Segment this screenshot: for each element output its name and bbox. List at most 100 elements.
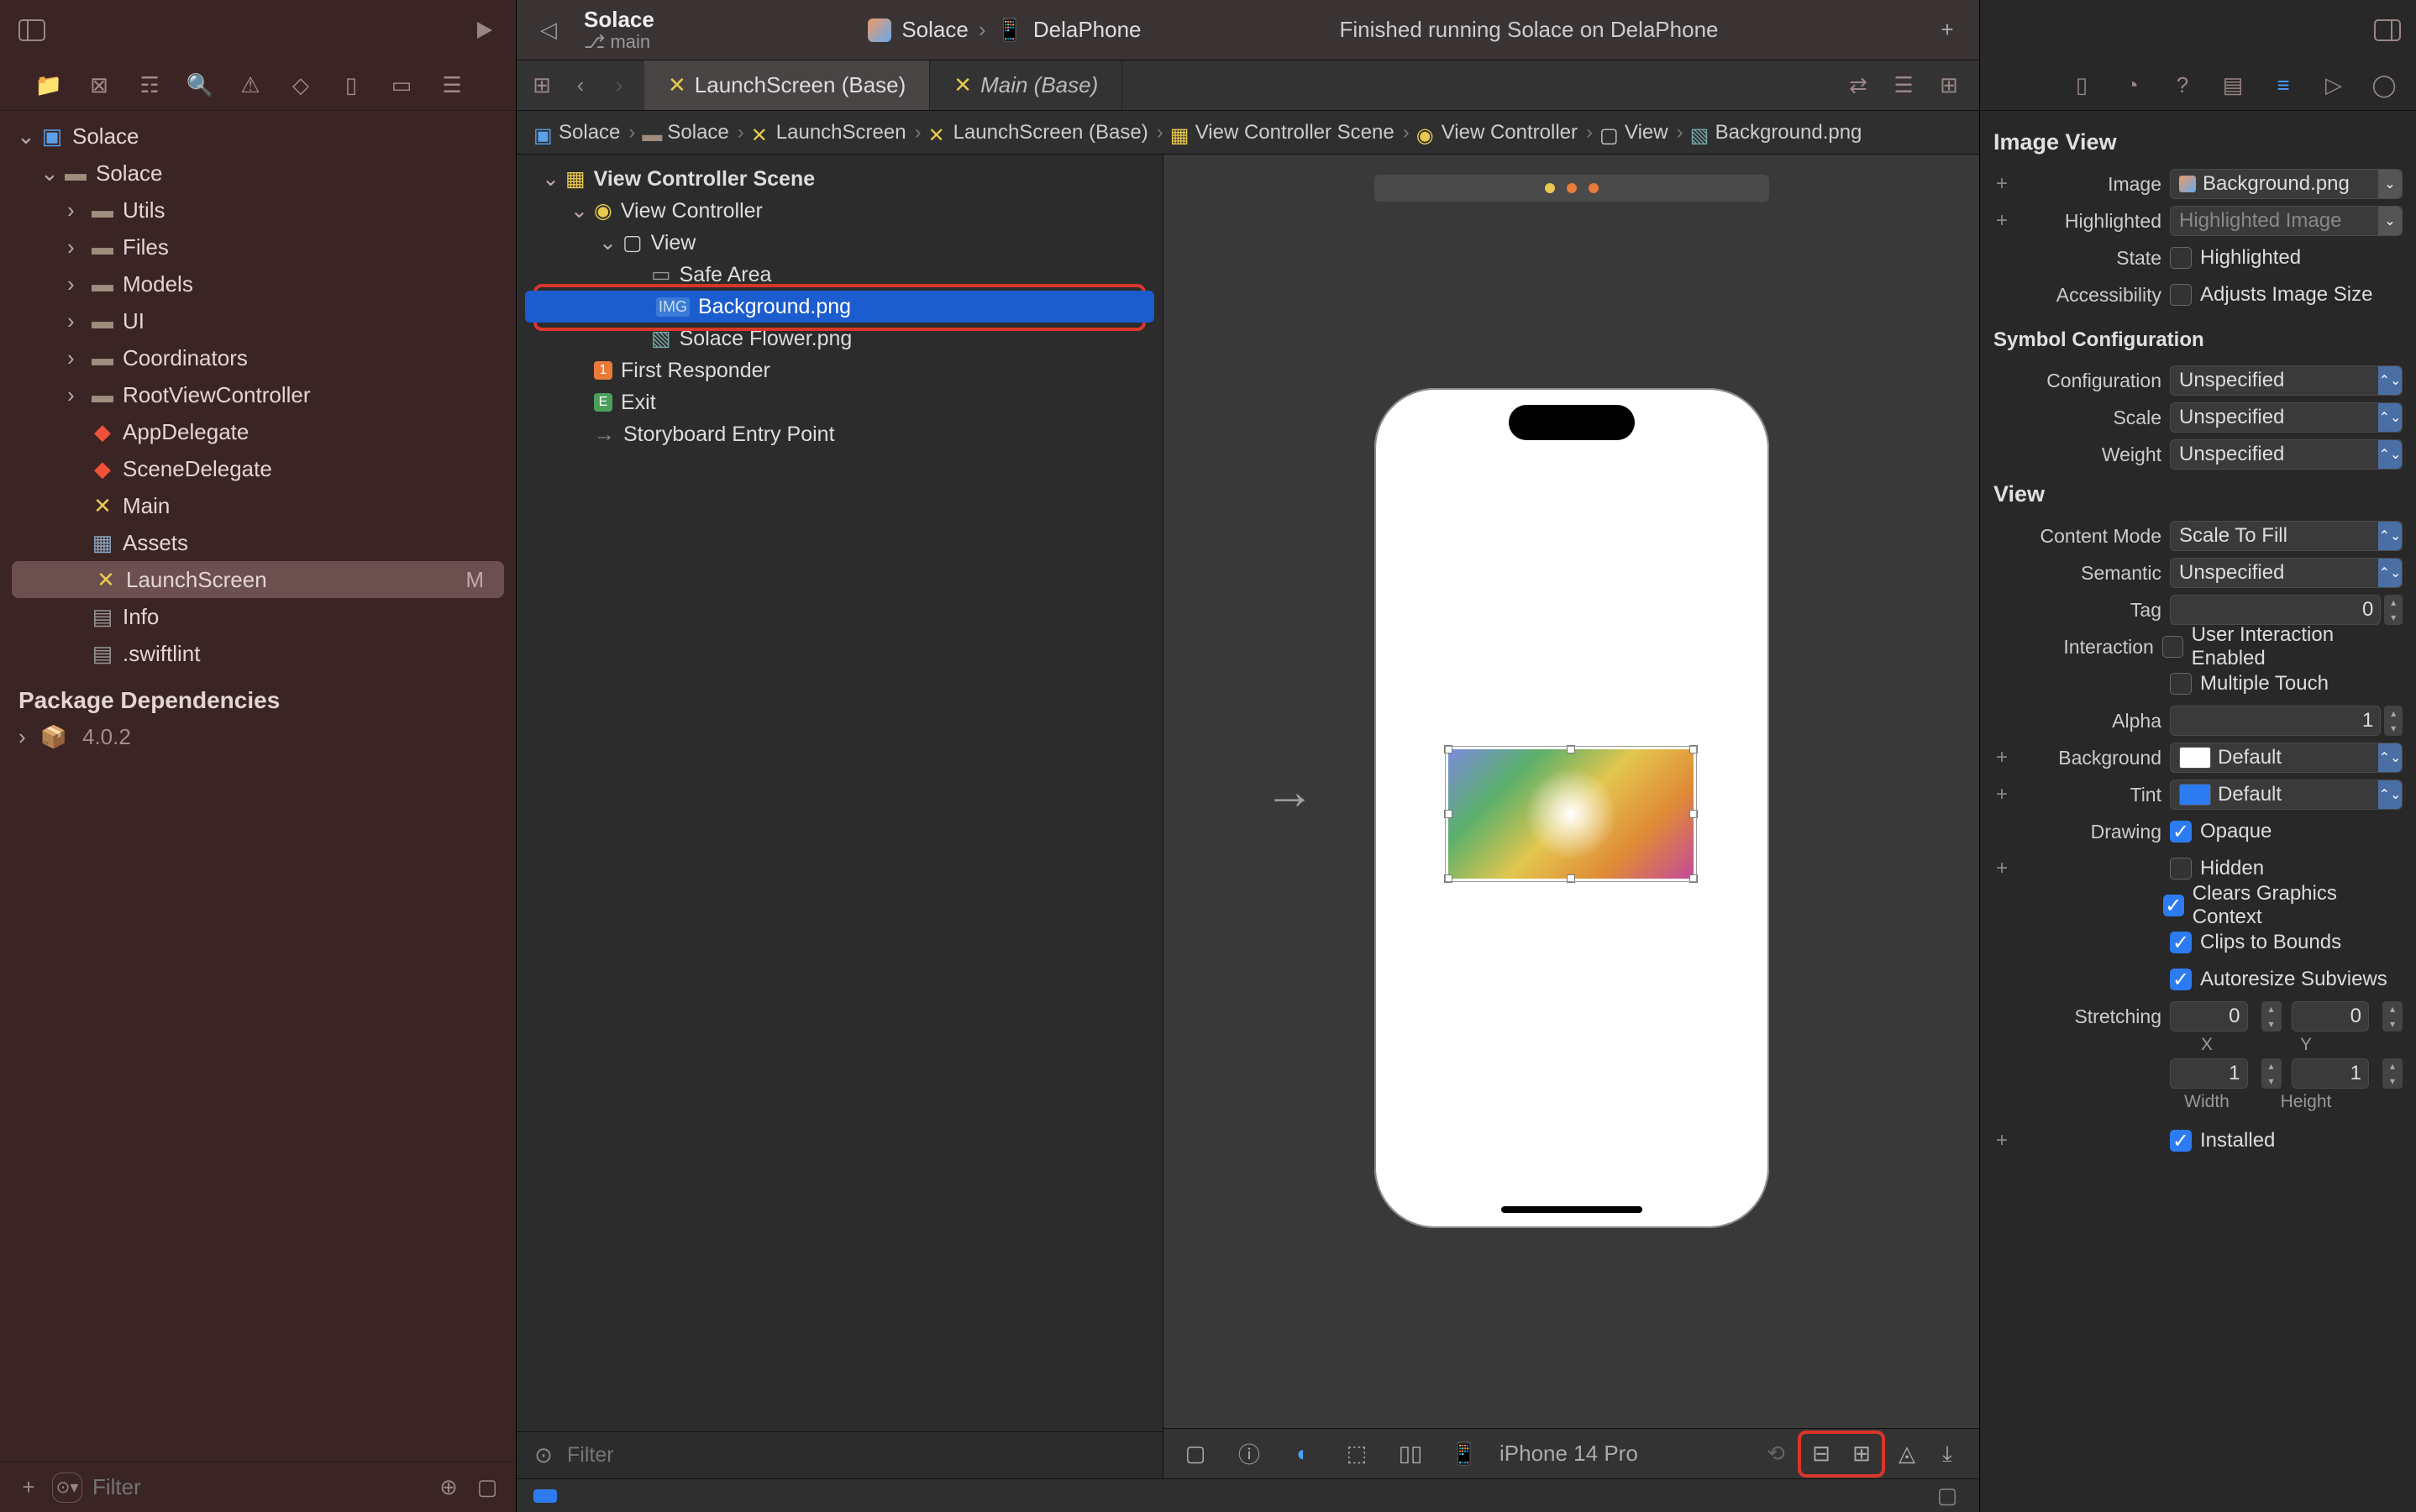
add-editor-icon[interactable]: + <box>1932 15 1962 45</box>
report-navigator-icon[interactable]: ☰ <box>437 71 467 101</box>
run-button-icon[interactable] <box>469 15 499 45</box>
ib-canvas[interactable]: → <box>1163 155 1979 1428</box>
device-label[interactable]: iPhone 14 Pro <box>1499 1441 1638 1467</box>
outline-vc-row[interactable]: ⌄◉View Controller <box>517 195 1163 227</box>
alpha-stepper[interactable]: ▴▾ <box>2384 706 2403 736</box>
editor-tab[interactable]: ✕ Main (Base) <box>930 60 1122 110</box>
accessibility-checkbox[interactable] <box>2170 284 2192 306</box>
add-trait-icon[interactable]: + <box>1993 172 2010 196</box>
folder-row[interactable]: ⌄▬Solace <box>0 155 516 192</box>
code-review-icon[interactable]: ⇄ <box>1843 71 1873 101</box>
outline-safearea-row[interactable]: ▭Safe Area <box>517 259 1163 291</box>
user-interaction-checkbox[interactable] <box>2162 636 2183 658</box>
toggle-debug-area-icon[interactable]: ▢ <box>1932 1481 1962 1511</box>
swift-file-row[interactable]: ◆SceneDelegate <box>0 450 516 487</box>
embed-in-icon[interactable]: ⤓ <box>1929 1436 1966 1473</box>
add-trait-icon[interactable]: + <box>1993 783 2010 806</box>
tag-stepper[interactable]: ▴▾ <box>2384 595 2403 625</box>
outline-bg-row-selected[interactable]: IMGBackground.png <box>525 291 1154 323</box>
find-navigator-icon[interactable]: 🔍 <box>185 71 215 101</box>
identity-inspector-icon[interactable]: ▤ <box>2218 71 2248 101</box>
adjust-options-icon[interactable]: ⓘ <box>1231 1436 1268 1473</box>
stretch-y-stepper[interactable]: ▴▾ <box>2382 1001 2403 1032</box>
pin-constraints-icon[interactable]: ⊞ <box>1843 1436 1880 1473</box>
outline-scene-row[interactable]: ⌄▦View Controller Scene <box>517 163 1163 195</box>
back-forward-icon[interactable]: ◁ <box>533 15 564 45</box>
plist-file-row[interactable]: ▤.swiftlint <box>0 635 516 672</box>
orientation-icon[interactable]: ⬚ <box>1338 1436 1375 1473</box>
add-editor-split-icon[interactable]: ⊞ <box>1934 71 1964 101</box>
update-frames-icon[interactable]: ⟲ <box>1757 1436 1794 1473</box>
folder-row[interactable]: ›▬Files <box>0 228 516 265</box>
adjust-editor-icon[interactable]: ☰ <box>1888 71 1919 101</box>
resize-handle[interactable] <box>1689 874 1698 883</box>
editor-tab-active[interactable]: ✕ LaunchScreen (Base) <box>644 60 930 110</box>
plist-file-row[interactable]: ▤Info <box>0 598 516 635</box>
library-toggle-icon[interactable] <box>2372 15 2403 45</box>
appearance-icon[interactable]: ◐ <box>1284 1436 1321 1473</box>
outline-firstresponder-row[interactable]: 1First Responder <box>517 354 1163 386</box>
swift-file-row[interactable]: ◆AppDelegate <box>0 413 516 450</box>
add-trait-icon[interactable]: + <box>1993 209 2010 233</box>
scm-filter-icon[interactable]: ▢ <box>472 1473 502 1503</box>
symbol-navigator-icon[interactable]: ☶ <box>134 71 165 101</box>
folder-row[interactable]: ›▬Utils <box>0 192 516 228</box>
jump-bar[interactable]: ▣Solace› ▬Solace› ✕LaunchScreen› ✕Launch… <box>517 111 1979 155</box>
debug-indicator-icon[interactable] <box>533 1489 557 1503</box>
source-control-navigator-icon[interactable]: ⊠ <box>84 71 114 101</box>
breakpoint-navigator-icon[interactable]: ▭ <box>386 71 417 101</box>
size-inspector-icon[interactable]: ▷ <box>2319 71 2349 101</box>
alpha-field[interactable]: 1 <box>2170 706 2381 736</box>
clears-context-checkbox[interactable]: ✓ <box>2163 895 2184 916</box>
folder-row[interactable]: ›▬Models <box>0 265 516 302</box>
selected-imageview[interactable] <box>1448 749 1694 879</box>
filter-scope-icon[interactable]: ⊙▾ <box>52 1473 82 1503</box>
help-inspector-icon[interactable]: ? <box>2167 71 2198 101</box>
nav-back-icon[interactable]: ‹ <box>565 71 596 101</box>
add-trait-icon[interactable]: + <box>1993 1129 2010 1152</box>
image-select[interactable]: Background.png⊗⌄ <box>2170 169 2403 199</box>
outline-flower-row[interactable]: ▧Solace Flower.png <box>517 323 1163 354</box>
device-icon[interactable]: 📱 <box>1446 1436 1483 1473</box>
outline-exit-row[interactable]: EExit <box>517 386 1163 418</box>
align-icon[interactable]: ⊟ <box>1803 1436 1840 1473</box>
stretch-h-field[interactable]: 1 <box>2292 1058 2370 1089</box>
tag-field[interactable]: 0 <box>2170 595 2381 625</box>
history-inspector-icon[interactable]: ◔ <box>2117 71 2147 101</box>
debug-navigator-icon[interactable]: ▯ <box>336 71 366 101</box>
stretch-w-field[interactable]: 1 <box>2170 1058 2248 1089</box>
package-row[interactable]: › 📦 4.0.2 <box>0 719 516 755</box>
installed-checkbox[interactable]: ✓ <box>2170 1130 2192 1152</box>
resize-handle[interactable] <box>1444 810 1452 818</box>
resize-handle[interactable] <box>1567 874 1575 883</box>
tint-select[interactable]: Default⌃⌄ <box>2170 780 2403 810</box>
outline-entry-row[interactable]: →Storyboard Entry Point <box>517 418 1163 450</box>
symbol-scale-select[interactable]: Unspecified⌃⌄ <box>2170 402 2403 433</box>
layout-icon[interactable]: ▯▯ <box>1392 1436 1429 1473</box>
scene-title-bar[interactable] <box>1374 175 1769 202</box>
resize-handle[interactable] <box>1689 745 1698 753</box>
recent-filter-icon[interactable]: ⊕ <box>433 1473 464 1503</box>
stretch-x-field[interactable]: 0 <box>2170 1001 2248 1032</box>
project-root-row[interactable]: ⌄ ▣ Solace <box>0 118 516 155</box>
background-select[interactable]: Default⌃⌄ <box>2170 743 2403 773</box>
folder-row[interactable]: ›▬RootViewController <box>0 376 516 413</box>
autoresize-checkbox[interactable]: ✓ <box>2170 969 2192 990</box>
test-navigator-icon[interactable]: ◇ <box>286 71 316 101</box>
stretch-h-stepper[interactable]: ▴▾ <box>2382 1058 2403 1089</box>
outline-toggle-icon[interactable]: ▢ <box>1177 1436 1214 1473</box>
resize-handle[interactable] <box>1444 745 1452 753</box>
issue-navigator-icon[interactable]: ⚠ <box>235 71 265 101</box>
project-navigator-icon[interactable]: 📁 <box>34 71 64 101</box>
clips-bounds-checkbox[interactable]: ✓ <box>2170 932 2192 953</box>
stretch-w-stepper[interactable]: ▴▾ <box>2261 1058 2282 1089</box>
contentmode-select[interactable]: Scale To Fill⌃⌄ <box>2170 521 2403 551</box>
related-items-icon[interactable]: ⊞ <box>527 71 557 101</box>
state-checkbox[interactable] <box>2170 247 2192 269</box>
symbol-config-select[interactable]: Unspecified⌃⌄ <box>2170 365 2403 396</box>
resize-handle[interactable] <box>1689 810 1698 818</box>
semantic-select[interactable]: Unspecified⌃⌄ <box>2170 558 2403 588</box>
sidebar-toggle-icon[interactable] <box>17 15 47 45</box>
folder-row[interactable]: ›▬UI <box>0 302 516 339</box>
scheme-selector[interactable]: Solace › 📱 DelaPhone <box>868 17 1141 43</box>
